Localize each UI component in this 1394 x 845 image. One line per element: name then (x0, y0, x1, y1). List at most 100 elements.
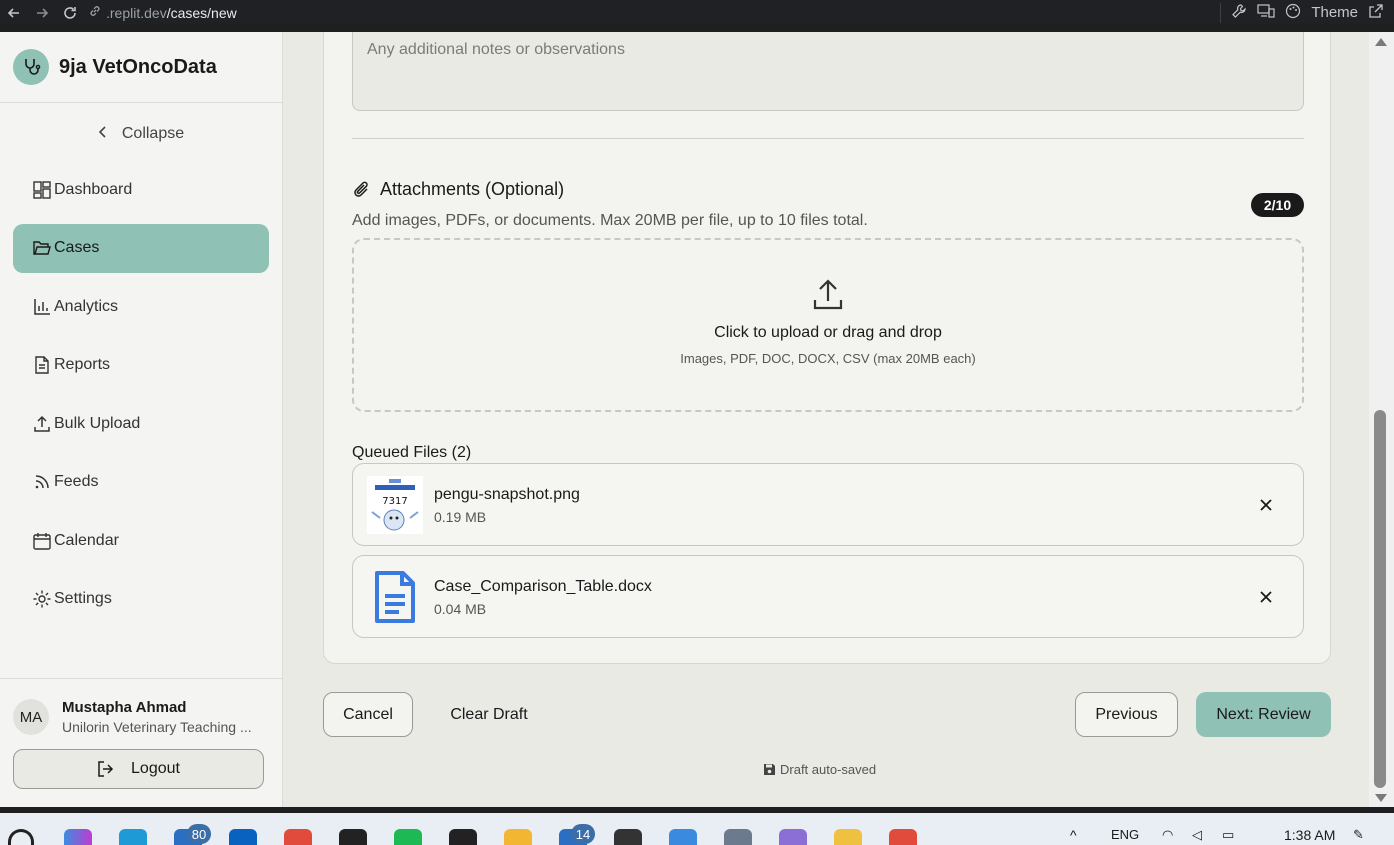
page-scrollbar[interactable] (1369, 32, 1394, 807)
attachments-subtitle: Add images, PDFs, or documents. Max 20MB… (352, 212, 868, 229)
logout-label: Logout (131, 760, 180, 777)
user-panel: MA Mustapha Ahmad Unilorin Veterinary Te… (0, 678, 282, 807)
autosave-label: Draft auto-saved (780, 762, 877, 777)
remove-file-button[interactable] (1255, 494, 1277, 516)
clock-time[interactable]: 1:38 AM (1284, 827, 1335, 843)
next-review-button[interactable]: Next: Review (1196, 692, 1331, 737)
user-name: Mustapha Ahmad (62, 699, 187, 716)
chevron-up-icon[interactable]: ^ (1070, 827, 1077, 843)
sidebar-item-analytics[interactable]: Analytics (13, 282, 269, 331)
edge-icon[interactable] (119, 829, 147, 845)
queued-file-row: Case_Comparison_Table.docx 0.04 MB (352, 555, 1304, 638)
paperclip-icon (354, 181, 368, 197)
url-domain: .replit.dev (106, 4, 167, 21)
chatgpt-icon[interactable] (339, 829, 367, 845)
file-size: 0.04 MB (434, 601, 487, 617)
spotify-icon[interactable] (394, 829, 422, 845)
app-badge: 14 (571, 824, 595, 844)
sticky-notes-icon[interactable] (504, 829, 532, 845)
address-bar[interactable]: .replit.dev/cases/new (88, 0, 1220, 25)
brand-name: 9ja VetOncoData (59, 55, 217, 78)
upload-dropzone[interactable]: Click to upload or drag and drop Images,… (352, 238, 1304, 412)
palette-icon[interactable] (1285, 3, 1301, 22)
sidebar-item-label: Settings (54, 590, 112, 607)
attachments-heading: Attachments (Optional) (352, 179, 564, 200)
chrome-icon[interactable] (889, 829, 917, 845)
thumbnail-text: 7317 (382, 496, 407, 507)
file-count-badge: 2/10 (1251, 193, 1304, 217)
sidebar-item-feeds[interactable]: Feeds (13, 458, 269, 507)
sidebar-item-settings[interactable]: Settings (13, 575, 269, 624)
cancel-button[interactable]: Cancel (323, 692, 413, 737)
remove-file-button[interactable] (1255, 586, 1277, 608)
upload-icon (813, 279, 843, 310)
notepad-icon[interactable] (669, 829, 697, 845)
user-organization: Unilorin Veterinary Teaching ... (62, 719, 252, 735)
teams-icon[interactable] (779, 829, 807, 845)
back-icon[interactable] (0, 0, 28, 25)
notes-textarea[interactable]: Any additional notes or observations (352, 32, 1304, 111)
file-name: pengu-snapshot.png (434, 486, 580, 503)
gear-icon (33, 590, 51, 608)
scrollbar-thumb[interactable] (1374, 410, 1386, 788)
sidebar-item-label: Dashboard (54, 180, 133, 198)
avatar: MA (13, 699, 49, 735)
sidebar-item-dashboard[interactable]: Dashboard (13, 165, 269, 214)
sidebar-item-label: Cases (54, 239, 100, 256)
collapse-label: Collapse (121, 125, 185, 142)
scroll-down-icon[interactable] (1375, 794, 1387, 802)
toolbar-divider (1220, 2, 1222, 23)
dashboard-icon (33, 180, 51, 199)
autosave-status: Draft auto-saved (763, 762, 876, 777)
mail-badge: 80 (187, 824, 211, 844)
image-thumbnail: 7317 (367, 476, 423, 534)
stethoscope-icon (13, 49, 49, 85)
logout-icon (98, 761, 114, 777)
devices-icon[interactable] (1257, 3, 1275, 22)
notion-icon[interactable] (449, 829, 477, 845)
chevron-left-icon (98, 125, 108, 144)
language-indicator[interactable]: ENG (1111, 827, 1139, 842)
settings-app-icon[interactable] (724, 829, 752, 845)
sidebar-item-label: Reports (54, 356, 111, 373)
theme-button[interactable]: Theme (1311, 4, 1358, 21)
chrome-icon[interactable] (284, 829, 312, 845)
copilot-icon[interactable] (64, 829, 92, 845)
file-explorer-icon[interactable] (834, 829, 862, 845)
sidebar-item-cases[interactable]: Cases (13, 223, 269, 273)
form-card: Any additional notes or observations Att… (323, 32, 1331, 664)
sidebar-item-label: Analytics (54, 297, 119, 315)
wifi-icon[interactable]: ◠ (1162, 827, 1173, 843)
save-icon (764, 764, 775, 775)
forward-icon[interactable] (28, 0, 56, 25)
terminal-icon[interactable] (614, 829, 642, 845)
volume-icon[interactable]: ◁ (1192, 827, 1202, 843)
search-icon[interactable] (8, 829, 34, 845)
reload-icon[interactable] (56, 0, 84, 25)
sidebar-item-reports[interactable]: Reports (13, 341, 269, 390)
sidebar-item-calendar[interactable]: Calendar (13, 516, 269, 565)
wrench-icon[interactable] (1231, 3, 1247, 22)
logout-button[interactable]: Logout (13, 749, 264, 789)
collapse-button[interactable]: Collapse (0, 103, 282, 165)
section-divider (352, 138, 1304, 139)
battery-icon[interactable]: ▭ (1222, 827, 1234, 843)
outlook-icon[interactable] (229, 829, 257, 845)
browser-toolbar: .replit.dev/cases/new Theme (0, 0, 1394, 25)
queued-files-title: Queued Files (2) (352, 444, 472, 461)
dropzone-subtitle: Images, PDF, DOC, DOCX, CSV (max 20MB ea… (680, 351, 976, 366)
attachments-title: Attachments (Optional) (380, 179, 565, 199)
previous-button[interactable]: Previous (1075, 692, 1178, 737)
scroll-up-icon[interactable] (1375, 38, 1387, 46)
brand: 9ja VetOncoData (0, 32, 282, 103)
sidebar-item-label: Bulk Upload (54, 414, 141, 432)
clear-draft-button[interactable]: Clear Draft (431, 692, 547, 737)
sidebar-nav: Dashboard Cases Analytics Reports Bulk U… (0, 165, 282, 624)
external-link-icon[interactable] (1368, 3, 1384, 22)
folder-icon (33, 241, 51, 255)
notification-icon[interactable]: ✎ (1353, 827, 1364, 843)
sidebar-item-bulk-upload[interactable]: Bulk Upload (13, 399, 269, 448)
file-name: Case_Comparison_Table.docx (434, 578, 652, 595)
url-path: /cases/new (166, 4, 237, 21)
main-content: Any additional notes or observations Att… (283, 32, 1369, 807)
